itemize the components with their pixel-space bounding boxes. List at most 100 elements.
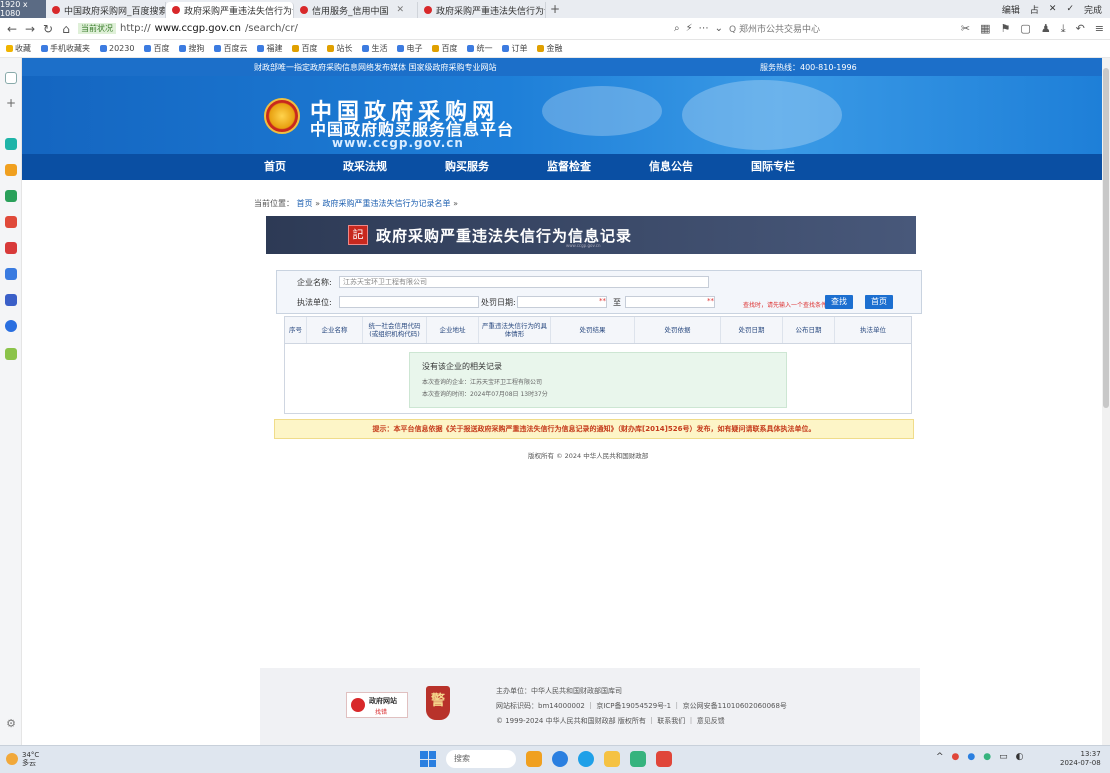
bookmark-item[interactable]: 站长 [327, 43, 352, 54]
app-icon[interactable] [5, 320, 17, 332]
app-icon[interactable] [552, 751, 568, 767]
no-result-message: 没有该企业的相关记录 本次查询的企业：江苏天宝环卫工程有限公司 本次查询的时间：… [409, 352, 787, 408]
chevron-down-icon[interactable]: ⌄ [715, 23, 723, 34]
url-path: /search/cr/ [244, 23, 298, 34]
bookmark-icon [292, 45, 300, 52]
app-icon[interactable] [5, 190, 17, 202]
browser-icon[interactable] [578, 751, 594, 767]
bookmark-item[interactable]: 统一 [467, 43, 492, 54]
forward-icon[interactable]: → [24, 22, 36, 36]
weather-widget[interactable]: 34°C 多云 [6, 751, 39, 767]
agency-input[interactable] [339, 296, 479, 308]
new-tab-button[interactable]: + [546, 2, 564, 16]
pin-icon[interactable]: 占 [1030, 3, 1039, 16]
bookmark-item[interactable]: 百度 [292, 43, 317, 54]
windows-start-icon[interactable] [420, 751, 436, 767]
app-icon[interactable] [5, 294, 17, 306]
bookmark-icon [144, 45, 152, 52]
taskbar-clock[interactable]: 13:37 2024-07-08 [1060, 750, 1101, 768]
windows-taskbar: 34°C 多云 搜索 ^ ● ● ● ▭ ◐ 13:37 2024-07-08 [0, 745, 1110, 773]
app-icon[interactable] [5, 242, 17, 254]
done-button[interactable]: 完成 [1084, 3, 1102, 16]
nav-international[interactable]: 国际专栏 [722, 154, 824, 180]
tab-credit-china[interactable]: 信用服务_信用中国 ✕ [294, 2, 418, 18]
app-icon[interactable] [526, 751, 542, 767]
record-seal-icon: 記 [348, 225, 368, 245]
menu-icon[interactable]: ≡ [1095, 22, 1104, 36]
home-button[interactable]: 首页 [865, 295, 893, 309]
breadcrumb-current[interactable]: 政府采购严重违法失信行为记录名单 [323, 199, 451, 208]
start-date-input[interactable] [517, 296, 607, 308]
gov-website-badge[interactable]: 政府网站 找错 [346, 692, 408, 718]
reload-icon[interactable]: ↻ [42, 22, 54, 36]
more-icon[interactable]: ⋯ [699, 23, 709, 34]
bookmark-item[interactable]: 百度 [432, 43, 457, 54]
file-explorer-icon[interactable] [604, 751, 620, 767]
bookmark-item[interactable]: 20230 [100, 44, 134, 53]
bookmark-item[interactable]: 百度 [144, 43, 169, 54]
close-icon[interactable]: ✕ [1049, 4, 1057, 14]
gear-icon[interactable]: ⚙ [5, 718, 17, 730]
zoom-icon[interactable]: ⌕ [674, 23, 680, 34]
app-icon[interactable] [630, 751, 646, 767]
bookmark-icon [502, 45, 510, 52]
tab-ccgp-records[interactable]: 政府采购严重违法失信行为记 ✕ [166, 2, 294, 18]
display-icon[interactable]: ▭ [999, 752, 1008, 762]
bookmark-icon [214, 45, 222, 52]
app-icon[interactable] [5, 348, 17, 360]
cut-icon[interactable]: ✂ [961, 22, 970, 36]
bookmark-item[interactable]: 百度云 [214, 43, 247, 54]
close-icon[interactable]: ✕ [397, 5, 405, 15]
tray-app-icon[interactable]: ● [983, 752, 991, 762]
back-icon[interactable]: ← [6, 22, 18, 36]
user-icon[interactable]: ♟ [1041, 22, 1051, 36]
home-icon[interactable]: ⌂ [60, 22, 72, 36]
tray-app-icon[interactable]: ● [967, 752, 975, 762]
taskbar-search[interactable]: 搜索 [446, 750, 516, 768]
end-date-input[interactable] [625, 296, 715, 308]
app-icon[interactable] [5, 138, 17, 150]
app-icon[interactable] [5, 216, 17, 228]
decorative-cloud [682, 80, 842, 150]
bookmark-item[interactable]: 手机收藏夹 [41, 43, 90, 54]
flag-icon[interactable]: ⚑ [1001, 22, 1011, 36]
bookmark-item[interactable]: 金融 [537, 43, 562, 54]
nav-home[interactable]: 首页 [254, 154, 314, 180]
gov-website-icon [351, 698, 365, 712]
nav-regulations[interactable]: 政采法规 [314, 154, 416, 180]
bookmark-item[interactable]: 福建 [257, 43, 282, 54]
tray-app-icon[interactable]: ● [952, 752, 960, 762]
search-button[interactable]: 查找 [825, 295, 853, 309]
scrollbar-thumb[interactable] [1103, 68, 1109, 408]
bookmark-item[interactable]: 生活 [362, 43, 387, 54]
chevron-up-icon[interactable]: ^ [936, 752, 944, 762]
browser-search-input[interactable]: Q 郑州市公共交易中心 [729, 21, 879, 37]
window-icon[interactable]: ▢ [1020, 22, 1030, 36]
police-badge-icon[interactable]: 警 [426, 686, 450, 720]
url-field[interactable]: 当前状况 http://www.ccgp.gov.cn/search/cr/ [78, 21, 438, 37]
download-icon[interactable]: ⤓ [1061, 22, 1066, 36]
tab-baidu-search[interactable]: 中国政府采购网_百度搜索 ✕ [46, 2, 166, 18]
breadcrumb-home[interactable]: 首页 [297, 199, 313, 208]
nav-supervision[interactable]: 监督检查 [518, 154, 620, 180]
home-icon[interactable] [5, 72, 17, 84]
lightning-icon[interactable]: ⚡ [686, 23, 693, 34]
app-icon[interactable] [5, 164, 17, 176]
edit-button[interactable]: 编辑 [1002, 3, 1020, 16]
nav-purchase-services[interactable]: 购买服务 [416, 154, 518, 180]
bookmark-item[interactable]: 收藏 [6, 43, 31, 54]
nav-announcements[interactable]: 信息公告 [620, 154, 722, 180]
bookmark-item[interactable]: 订单 [502, 43, 527, 54]
bookmark-item[interactable]: 电子 [397, 43, 422, 54]
check-icon[interactable]: ✓ [1066, 4, 1074, 14]
tab-ccgp-records-2[interactable]: 政府采购严重违法失信行为记 ✕ [418, 2, 546, 18]
grid-icon[interactable]: ▦ [980, 22, 990, 36]
bookmark-item[interactable]: 搜狗 [179, 43, 204, 54]
company-name-input[interactable]: 江苏天宝环卫工程有限公司 [339, 276, 709, 288]
volume-icon[interactable]: ◐ [1016, 752, 1024, 762]
app-icon[interactable] [5, 268, 17, 280]
undo-icon[interactable]: ↶ [1076, 22, 1085, 36]
plus-icon[interactable]: + [5, 97, 17, 110]
wps-icon[interactable] [656, 751, 672, 767]
page-scrollbar[interactable] [1102, 58, 1110, 745]
